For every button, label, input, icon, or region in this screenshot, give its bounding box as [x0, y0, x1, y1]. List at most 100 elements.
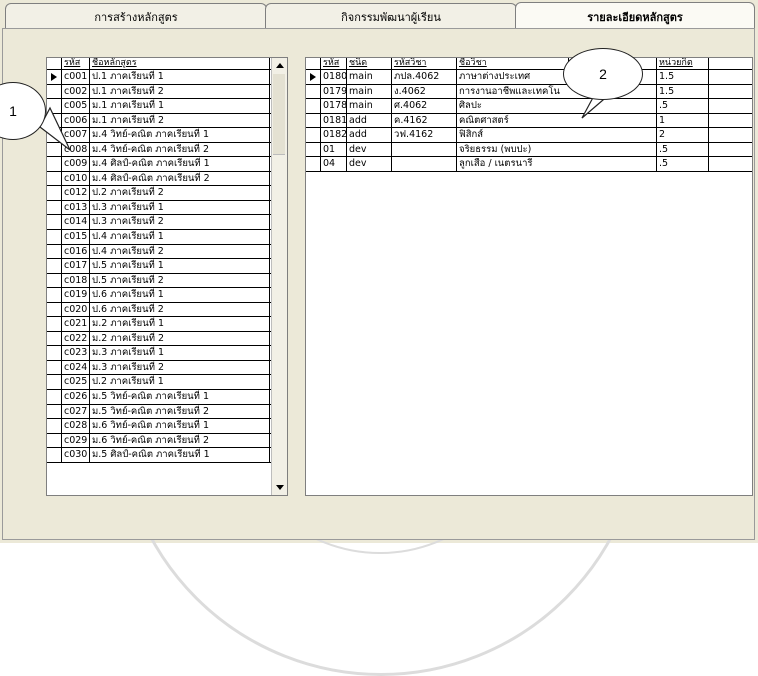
row-indicator[interactable]	[47, 157, 62, 171]
cell-code[interactable]: c027	[62, 404, 90, 419]
row-indicator[interactable]	[47, 186, 62, 200]
row-indicator[interactable]	[47, 433, 62, 448]
table-row[interactable]: c021 ม.2 ภาคเรียนที่ 1	[47, 317, 287, 332]
row-indicator[interactable]	[47, 99, 62, 113]
cell-name[interactable]: ม.6 วิทย์-คณิต ภาคเรียนที่ 2	[90, 433, 270, 448]
cell-subject-name[interactable]: ลูกเสือ / เนตรนารี	[457, 157, 657, 171]
cell-subject-code[interactable]: ภปล.4062	[392, 70, 457, 84]
cell-credits[interactable]: .5	[657, 99, 709, 113]
cell-code[interactable]: c010	[62, 171, 90, 186]
cell-code[interactable]: c024	[62, 360, 90, 375]
cell-name[interactable]: ม.4 วิทย์-คณิต ภาคเรียนที่ 2	[90, 142, 270, 157]
cell-name[interactable]: ป.1 ภาคเรียนที่ 2	[90, 84, 270, 99]
table-row[interactable]: 01 dev จริยธรรม (พบปะ) .5	[306, 142, 752, 158]
table-row[interactable]: 04 dev ลูกเสือ / เนตรนารี .5	[306, 157, 752, 172]
row-indicator[interactable]	[306, 99, 321, 113]
cell-name[interactable]: ม.5 วิทย์-คณิต ภาคเรียนที่ 1	[90, 390, 270, 404]
cell-code[interactable]: c007	[62, 128, 90, 142]
cell-subject-code[interactable]: ศ.4062	[392, 99, 457, 113]
table-row[interactable]: 0178 main ศ.4062 ศิลปะ .5	[306, 99, 752, 114]
row-indicator[interactable]	[47, 419, 62, 433]
cell-subject-code[interactable]	[392, 142, 457, 157]
row-indicator[interactable]	[306, 142, 321, 157]
table-row[interactable]: c022 ม.2 ภาคเรียนที่ 2	[47, 331, 287, 347]
cell-name[interactable]: ม.3 ภาคเรียนที่ 1	[90, 346, 270, 360]
cell-name[interactable]: ป.3 ภาคเรียนที่ 1	[90, 200, 270, 215]
scroll-up-arrow-icon[interactable]	[276, 63, 284, 68]
row-indicator[interactable]	[47, 375, 62, 390]
row-indicator[interactable]	[47, 331, 62, 346]
row-indicator[interactable]	[47, 230, 62, 244]
table-row[interactable]: c012 ป.2 ภาคเรียนที่ 2	[47, 186, 287, 201]
row-indicator[interactable]	[47, 360, 62, 375]
table-row[interactable]: c026 ม.5 วิทย์-คณิต ภาคเรียนที่ 1	[47, 390, 287, 405]
cell-credits[interactable]: 2	[657, 128, 709, 142]
cell-code[interactable]: 0180	[321, 70, 347, 84]
cell-code[interactable]: 04	[321, 157, 347, 171]
table-row[interactable]: c001 ป.1 ภาคเรียนที่ 1	[47, 70, 287, 85]
row-indicator[interactable]	[47, 113, 62, 128]
table-row[interactable]: c017 ป.5 ภาคเรียนที่ 1	[47, 259, 287, 274]
row-indicator[interactable]	[47, 215, 62, 230]
cell-type[interactable]: main	[347, 84, 392, 99]
curriculum-grid[interactable]: รหัส ชื่อหลักสูตร c001 ป.1 ภาคเรียนที่ 1c…	[46, 57, 288, 496]
row-indicator[interactable]	[47, 346, 62, 360]
row-indicator[interactable]	[47, 84, 62, 99]
cell-credits[interactable]: 1	[657, 113, 709, 128]
cell-code[interactable]: 0178	[321, 99, 347, 113]
table-row[interactable]: c014 ป.3 ภาคเรียนที่ 2	[47, 215, 287, 231]
row-indicator[interactable]	[47, 128, 62, 142]
cell-code[interactable]: c013	[62, 200, 90, 215]
cell-type[interactable]: main	[347, 99, 392, 113]
table-row[interactable]: c015 ป.4 ภาคเรียนที่ 1	[47, 230, 287, 245]
row-indicator[interactable]	[47, 317, 62, 331]
row-indicator[interactable]	[306, 84, 321, 99]
cell-code[interactable]: c023	[62, 346, 90, 360]
cell-code[interactable]: 0179	[321, 84, 347, 99]
table-row[interactable]: c024 ม.3 ภาคเรียนที่ 2	[47, 360, 287, 376]
column-header-code[interactable]: รหัส	[321, 58, 347, 69]
table-row[interactable]: c019 ป.6 ภาคเรียนที่ 1	[47, 288, 287, 303]
cell-name[interactable]: ป.2 ภาคเรียนที่ 2	[90, 186, 270, 200]
cell-name[interactable]: ป.3 ภาคเรียนที่ 2	[90, 215, 270, 230]
table-row[interactable]: c010 ม.4 ศิลป์-คณิต ภาคเรียนที่ 2	[47, 171, 287, 187]
cell-name[interactable]: ป.4 ภาคเรียนที่ 1	[90, 230, 270, 244]
cell-type[interactable]: dev	[347, 142, 392, 157]
scroll-thumb[interactable]	[273, 74, 285, 155]
row-indicator[interactable]	[306, 128, 321, 142]
cell-name[interactable]: ป.6 ภาคเรียนที่ 1	[90, 288, 270, 302]
table-row[interactable]: 0180 main ภปล.4062 ภาษาต่างประเทศ 1.5	[306, 70, 752, 85]
cell-code[interactable]: c002	[62, 84, 90, 99]
row-indicator[interactable]	[47, 288, 62, 302]
row-indicator[interactable]	[47, 259, 62, 273]
table-row[interactable]: c009 ม.4 ศิลป์-คณิต ภาคเรียนที่ 1	[47, 157, 287, 172]
row-indicator[interactable]	[47, 70, 62, 84]
table-row[interactable]: 0179 main ง.4062 การงานอาชีพและเทคโน 1.5	[306, 84, 752, 100]
row-indicator[interactable]	[47, 302, 62, 317]
cell-credits[interactable]: 1.5	[657, 84, 709, 99]
table-row[interactable]: c018 ป.5 ภาคเรียนที่ 2	[47, 273, 287, 289]
table-row[interactable]: c016 ป.4 ภาคเรียนที่ 2	[47, 244, 287, 260]
table-row[interactable]: c008 ม.4 วิทย์-คณิต ภาคเรียนที่ 2	[47, 142, 287, 158]
cell-name[interactable]: ป.1 ภาคเรียนที่ 1	[90, 70, 270, 84]
table-row[interactable]: c005 ม.1 ภาคเรียนที่ 1	[47, 99, 287, 114]
table-row[interactable]: c030 ม.5 ศิลป์-คณิต ภาคเรียนที่ 1	[47, 448, 287, 463]
table-row[interactable]: c002 ป.1 ภาคเรียนที่ 2	[47, 84, 287, 100]
cell-code[interactable]: c018	[62, 273, 90, 288]
cell-subject-name[interactable]: ฟิสิกส์	[457, 128, 657, 142]
cell-name[interactable]: ม.4 ศิลป์-คณิต ภาคเรียนที่ 2	[90, 171, 270, 186]
row-indicator[interactable]	[47, 273, 62, 288]
row-indicator[interactable]	[47, 142, 62, 157]
tab-student-activities[interactable]: กิจกรรมพัฒนาผู้เรียน	[265, 3, 517, 29]
cell-code[interactable]: c030	[62, 448, 90, 462]
row-indicator[interactable]	[47, 200, 62, 215]
column-header-type[interactable]: ชนิด	[347, 58, 392, 69]
cell-subject-code[interactable]: วฟ.4162	[392, 128, 457, 142]
cell-code[interactable]: c008	[62, 142, 90, 157]
cell-type[interactable]: main	[347, 70, 392, 84]
cell-subject-name[interactable]: คณิตศาสตร์	[457, 113, 657, 128]
cell-name[interactable]: ม.5 ศิลป์-คณิต ภาคเรียนที่ 1	[90, 448, 270, 462]
cell-name[interactable]: ม.5 วิทย์-คณิต ภาคเรียนที่ 2	[90, 404, 270, 419]
cell-code[interactable]: 0181	[321, 113, 347, 128]
cell-credits[interactable]: .5	[657, 157, 709, 171]
